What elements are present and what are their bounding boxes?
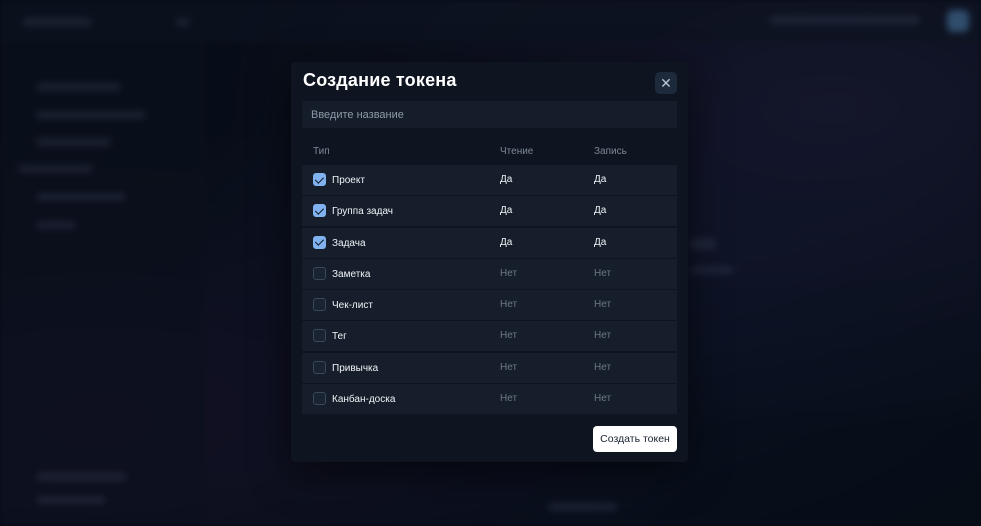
row-read-value: Нет: [500, 299, 518, 311]
row-checkbox[interactable]: [313, 235, 326, 249]
row-write-value: Нет: [594, 361, 612, 373]
table-header: Тип Чтение Запись: [302, 141, 677, 163]
column-header-read: Чтение: [500, 146, 534, 157]
row-write-value: Да: [594, 205, 607, 217]
row-checkbox[interactable]: [313, 298, 326, 312]
row-write-value: Нет: [594, 330, 612, 342]
row-read-value: Нет: [500, 267, 518, 279]
row-read-value: Нет: [500, 393, 518, 405]
table-row: Чек-лист Нет Нет: [302, 290, 677, 321]
row-type-label: Проект: [332, 175, 365, 186]
modal-title: Создание токена: [303, 70, 457, 90]
close-icon: ✕: [660, 75, 672, 91]
row-type-label: Канбан-доска: [332, 394, 396, 406]
row-write-value: Нет: [594, 393, 612, 405]
table-row: Тег Нет Нет: [302, 321, 677, 352]
table-row: Канбан-доска Нет Нет: [302, 384, 677, 415]
row-read-value: Да: [500, 236, 513, 248]
row-write-value: Нет: [594, 267, 612, 279]
table-row: Заметка Нет Нет: [302, 258, 677, 289]
column-header-write: Запись: [594, 146, 627, 157]
row-write-value: Да: [594, 174, 607, 185]
row-read-value: Да: [500, 174, 513, 185]
create-token-modal: Создание токена ✕ Тип Чтение Запись Прое…: [291, 62, 688, 462]
token-name-input[interactable]: [302, 101, 677, 128]
table-row: Привычка Нет Нет: [302, 352, 677, 383]
table-row: Задача Да Да: [302, 227, 677, 258]
row-read-value: Да: [500, 205, 513, 217]
row-type-label: Привычка: [332, 362, 379, 374]
row-checkbox[interactable]: [313, 173, 326, 186]
close-button[interactable]: ✕: [655, 72, 677, 94]
row-checkbox[interactable]: [313, 329, 326, 343]
row-type-label: Задача: [332, 237, 366, 249]
create-token-button[interactable]: Создать токен: [593, 426, 677, 452]
row-checkbox[interactable]: [313, 392, 326, 406]
permissions-table: Проект Да Да Группа задач Да Да Задача Д…: [302, 165, 677, 415]
row-read-value: Нет: [500, 361, 518, 373]
table-row: Группа задач Да Да: [302, 196, 677, 227]
table-row: Проект Да Да: [302, 165, 677, 195]
row-checkbox[interactable]: [313, 204, 326, 218]
row-checkbox[interactable]: [313, 266, 326, 280]
row-type-label: Группа задач: [332, 206, 394, 218]
row-type-label: Тег: [332, 331, 347, 343]
row-type-label: Чек-лист: [332, 300, 373, 312]
row-write-value: Да: [594, 236, 607, 248]
row-checkbox[interactable]: [313, 360, 326, 374]
column-header-type: Тип: [313, 146, 330, 157]
row-write-value: Нет: [594, 299, 612, 311]
row-read-value: Нет: [500, 330, 518, 342]
row-type-label: Заметка: [332, 268, 371, 280]
